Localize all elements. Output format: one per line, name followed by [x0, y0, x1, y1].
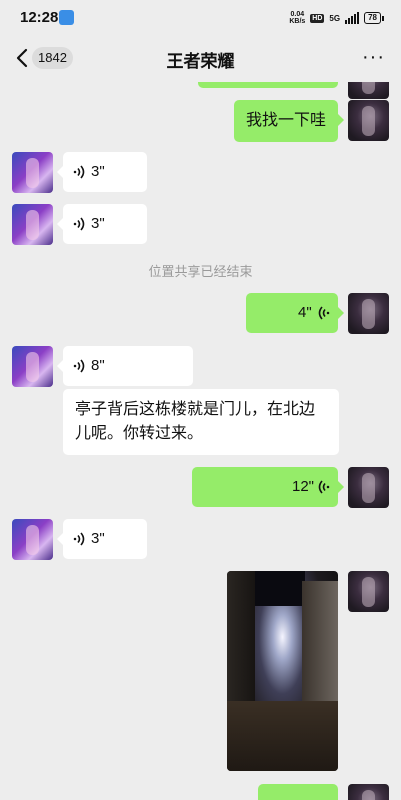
avatar-me[interactable]	[348, 784, 389, 800]
voice-duration: 8"	[91, 357, 105, 374]
voice-icon	[73, 217, 85, 231]
voice-message-other[interactable]: 3"	[57, 519, 147, 559]
voice-icon	[73, 359, 85, 373]
voice-icon	[73, 532, 85, 546]
avatar-other[interactable]	[12, 152, 53, 193]
chat-header: 1842 王者荣耀 ···	[0, 34, 401, 82]
avatar-other[interactable]	[12, 204, 53, 245]
voice-icon	[318, 306, 330, 320]
voice-duration: 3"	[91, 163, 105, 180]
message-text: 我找一下哇	[245, 112, 326, 129]
status-bar: 12:28 0.04 KB/s HD 5G 78	[0, 0, 401, 34]
voice-message-other[interactable]: 8"	[57, 346, 193, 386]
upload-notification-icon	[59, 10, 74, 25]
voice-message-other[interactable]: 3"	[57, 204, 147, 244]
network-type: 5G	[329, 13, 341, 23]
more-options-icon[interactable]: ···	[362, 47, 385, 67]
voice-duration: 3"	[91, 215, 105, 232]
message-bubble-partial[interactable]	[198, 82, 338, 88]
message-bubble-partial[interactable]	[258, 784, 338, 800]
signal-icon	[345, 12, 360, 24]
network-speed: 0.04 KB/s	[289, 11, 305, 25]
network-speed-value: 0.04	[290, 11, 305, 18]
message-text-line: 亭子背后这栋楼就是门儿，在北边	[75, 401, 316, 418]
status-indicators: 0.04 KB/s HD 5G 78	[289, 9, 384, 27]
voice-duration: 3"	[91, 530, 105, 547]
avatar-me[interactable]	[348, 293, 389, 334]
voice-icon	[73, 165, 85, 179]
system-note: 位置共享已经结束	[148, 264, 253, 279]
network-speed-unit: KB/s	[289, 18, 306, 25]
avatar-other[interactable]	[12, 519, 53, 560]
page-title: 王者荣耀	[166, 52, 235, 71]
voice-duration: 12"	[292, 478, 315, 495]
status-time: 12:28	[20, 9, 59, 26]
avatar-me[interactable]	[348, 467, 389, 508]
voice-icon	[318, 480, 330, 494]
avatar-me[interactable]	[348, 100, 389, 141]
avatar-other[interactable]	[12, 346, 53, 387]
voice-message-me[interactable]: 4"	[246, 293, 344, 333]
avatar-me[interactable]	[348, 571, 389, 612]
message-text-me[interactable]: 我找一下哇	[233, 100, 345, 142]
photo-message[interactable]	[227, 571, 338, 771]
message-text-other[interactable]: 亭子背后这栋楼就是门儿，在北边 儿呢。你转过来。	[63, 389, 339, 455]
chat-messages[interactable]: 我找一下哇 3" 3" 位置共享已经结束 4" 8" 亭子背后这栋楼就是门儿，在…	[0, 82, 401, 800]
message-text-line: 儿呢。你转过来。	[75, 425, 204, 442]
avatar-me[interactable]	[348, 82, 389, 99]
voice-message-me[interactable]: 12"	[192, 467, 344, 507]
voice-duration: 4"	[298, 304, 312, 321]
hd-badge: HD	[310, 13, 325, 23]
voice-message-other[interactable]: 3"	[57, 152, 147, 192]
battery-icon: 78	[364, 12, 384, 24]
